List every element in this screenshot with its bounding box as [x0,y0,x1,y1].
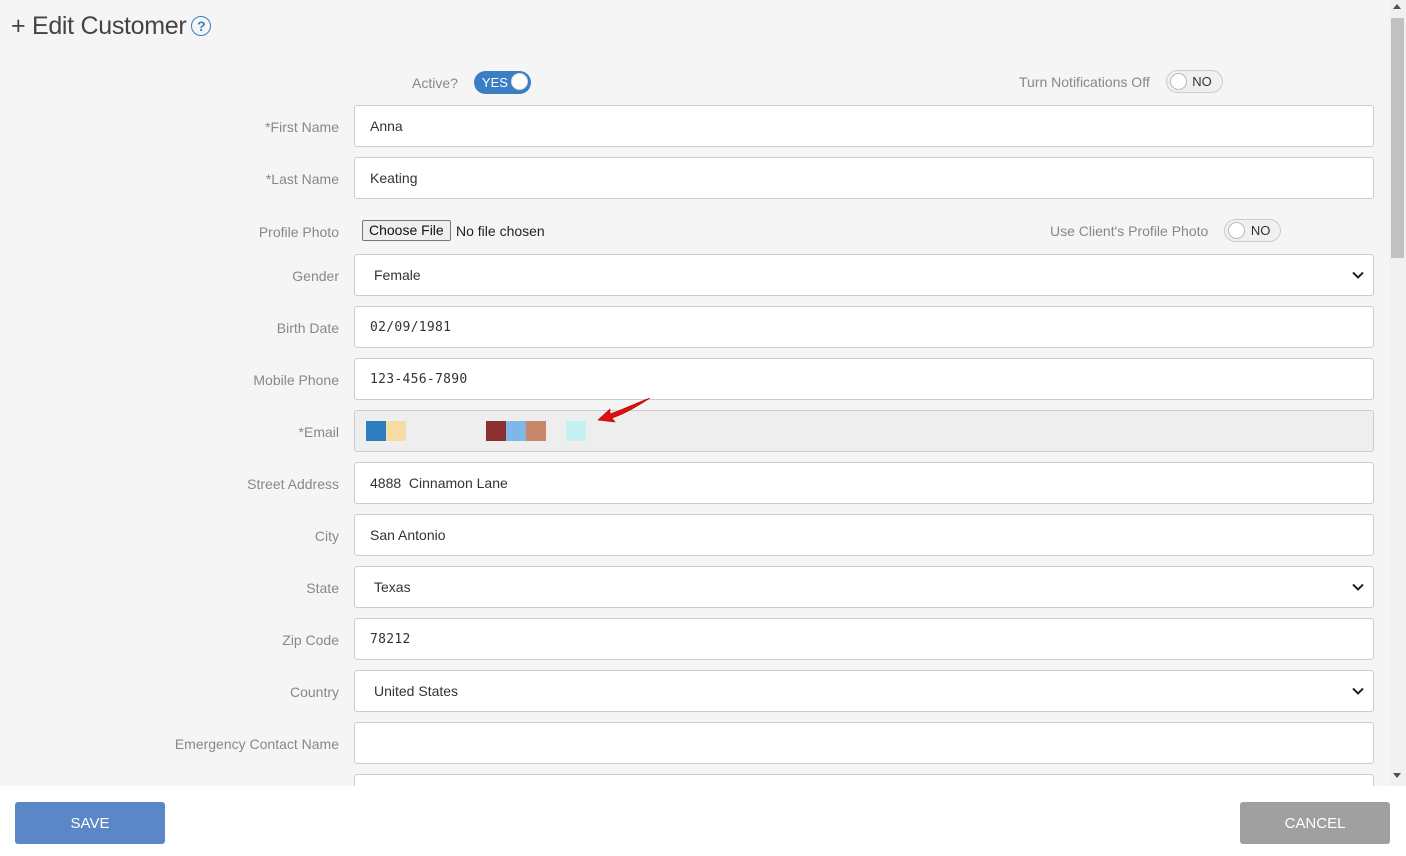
toggle-knob [510,73,528,90]
country-value: United States [374,683,459,699]
birth-date-label: Birth Date [276,320,339,336]
state-row: State Texas [0,566,1374,608]
toggle-knob [1169,73,1187,90]
active-toggle-text: YES [481,75,508,90]
active-toggle[interactable]: YES [473,71,531,94]
toggle-knob [1228,222,1246,239]
page-header: + Edit Customer ? [11,10,212,42]
page-title: + Edit Customer [11,11,187,40]
next-field-input[interactable] [354,774,1374,786]
active-label: Active? [412,74,458,91]
emergency-name-label: Emergency Contact Name [174,736,339,752]
red-arrow-annotation-icon [597,398,651,423]
redaction-swatch [566,421,586,441]
scrollbar[interactable] [1389,0,1406,786]
city-label: City [314,528,339,544]
notifications-toggle[interactable]: NO [1165,70,1223,93]
gender-value: Female [374,267,421,283]
redaction-swatch [486,421,506,441]
street-address-input[interactable]: 4888 Cinnamon Lane [354,462,1374,504]
email-input [354,410,1374,452]
scroll-up-icon[interactable] [1393,4,1401,9]
client-photo-toggle-text: NO [1250,223,1271,238]
redaction-swatch [506,421,526,441]
client-photo-toggle[interactable]: NO [1224,219,1282,242]
active-toggle-group: Active? YES [412,71,531,94]
notifications-toggle-text: NO [1192,74,1212,89]
chevron-down-icon [1352,583,1364,591]
state-select[interactable]: Texas [354,566,1374,608]
zip-row: Zip Code 78212 [0,618,1374,660]
zip-label: Zip Code [282,632,339,648]
gender-select[interactable]: Female [354,254,1374,296]
last-name-row: *Last Name Keating [0,157,1374,199]
next-field-row [0,774,1374,786]
chevron-down-icon [1352,271,1364,279]
email-label: *Email [298,424,339,440]
notifications-toggle-group: Turn Notifications Off NO [1019,70,1223,93]
state-value: Texas [374,579,411,595]
help-icon[interactable]: ? [191,16,212,36]
save-button[interactable]: SAVE [15,802,165,844]
first-name-row: *First Name Anna [0,105,1374,147]
scroll-thumb[interactable] [1391,18,1404,258]
last-name-label: *Last Name [265,171,339,187]
last-name-input[interactable]: Keating [354,157,1374,199]
emergency-name-input[interactable] [354,722,1374,764]
mobile-phone-input[interactable]: 123-456-7890 [354,358,1374,400]
cancel-button[interactable]: CANCEL [1240,802,1390,844]
redaction-swatch [386,421,406,441]
client-photo-label: Use Client's Profile Photo [1050,222,1209,239]
chevron-down-icon [1352,687,1364,695]
birth-date-row: Birth Date 02/09/1981 [0,306,1374,348]
country-label: Country [289,684,339,700]
emergency-name-row: Emergency Contact Name [0,722,1374,764]
country-select[interactable]: United States [354,670,1374,712]
email-row: *Email [0,398,1374,452]
street-address-row: Street Address 4888 Cinnamon Lane [0,462,1374,504]
redaction-swatch [366,421,386,441]
redaction-swatch [526,421,546,441]
street-address-label: Street Address [247,476,339,492]
client-photo-toggle-group: Use Client's Profile Photo NO [1050,219,1282,242]
profile-photo-label: Profile Photo [258,224,339,240]
mobile-phone-row: Mobile Phone 123-456-7890 [0,358,1374,400]
city-row: City San Antonio [0,514,1374,556]
edit-customer-page: + Edit Customer ? Active? YES Turn Notif… [0,0,1406,856]
notifications-label: Turn Notifications Off [1019,73,1150,90]
gender-label: Gender [292,268,339,284]
city-input[interactable]: San Antonio [354,514,1374,556]
country-row: Country United States [0,670,1374,712]
file-status: No file chosen [456,223,545,239]
choose-file-button[interactable]: Choose File [362,220,451,241]
state-label: State [306,580,339,596]
first-name-input[interactable]: Anna [354,105,1374,147]
gender-row: Gender Female [0,254,1374,296]
zip-input[interactable]: 78212 [354,618,1374,660]
mobile-phone-label: Mobile Phone [253,372,339,388]
first-name-label: *First Name [265,119,339,135]
scroll-down-icon[interactable] [1393,773,1401,778]
birth-date-input[interactable]: 02/09/1981 [354,306,1374,348]
footer-bar: SAVE CANCEL [0,786,1406,856]
